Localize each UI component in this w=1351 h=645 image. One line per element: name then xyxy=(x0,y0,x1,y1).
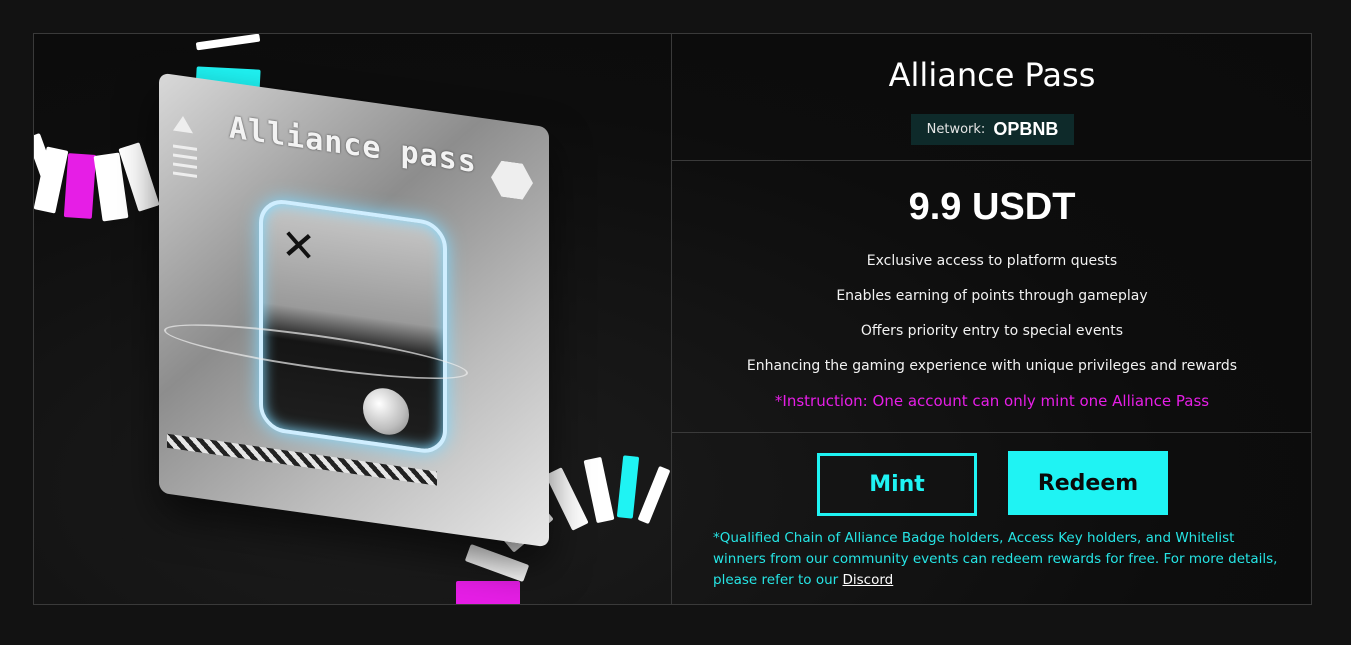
feature-item: Enhancing the gaming experience with uni… xyxy=(746,358,1238,374)
decor-stripe xyxy=(637,465,671,525)
mint-button[interactable]: Mint xyxy=(817,453,977,516)
card-title: Alliance pass xyxy=(229,110,477,181)
network-badge: Network: OPBNB xyxy=(911,114,1074,145)
redeem-note: *Qualified Chain of Alliance Badge holde… xyxy=(713,528,1283,591)
feature-list: Exclusive access to platform quests Enab… xyxy=(672,251,1312,391)
sphere-icon xyxy=(363,385,409,438)
decor-stripe xyxy=(63,153,97,219)
mint-instruction: *Instruction: One account can only mint … xyxy=(774,392,1210,410)
network-value: OPBNB xyxy=(993,119,1059,139)
alliance-pass-artwork: Alliance pass ✕ xyxy=(34,34,671,604)
triangle-icon xyxy=(173,114,193,134)
price: 9.9 USDT xyxy=(908,186,1076,228)
x-icon: ✕ xyxy=(281,218,317,273)
network-label: Network: xyxy=(926,122,986,137)
redeem-button[interactable]: Redeem xyxy=(1008,451,1168,515)
decor-stripe xyxy=(583,456,615,524)
page-title: Alliance Pass xyxy=(888,56,1096,94)
pass-card: Alliance pass ✕ xyxy=(159,72,549,548)
discord-link[interactable]: Discord xyxy=(843,572,894,588)
feature-item: Exclusive access to platform quests xyxy=(866,253,1118,269)
decor-stripe xyxy=(464,543,530,583)
decor-stripe xyxy=(545,467,589,531)
card-screen: ✕ xyxy=(259,196,447,457)
header-divider xyxy=(672,160,1312,161)
actions-divider xyxy=(672,432,1312,433)
feature-item: Enables earning of points through gamepl… xyxy=(836,288,1148,304)
decor-stripe xyxy=(456,581,520,604)
menu-lines-icon xyxy=(173,144,197,184)
feature-item: Offers priority entry to special events xyxy=(860,323,1124,339)
decor-stripe xyxy=(195,34,261,51)
decor-stripe xyxy=(616,455,640,519)
redeem-note-text: *Qualified Chain of Alliance Badge holde… xyxy=(713,530,1278,588)
hexagon-icon xyxy=(491,159,533,201)
